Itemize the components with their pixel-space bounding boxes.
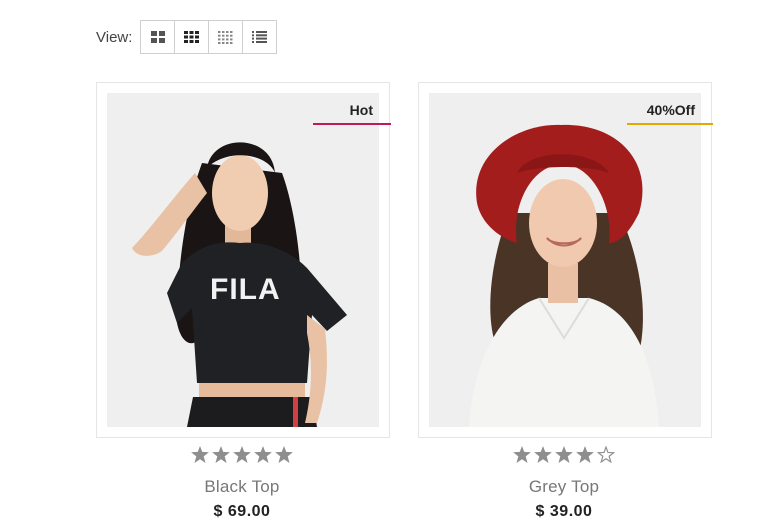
star-filled-icon <box>534 446 552 463</box>
star-filled-icon <box>275 446 293 463</box>
star-filled-icon <box>254 446 272 463</box>
star-rating <box>96 446 388 468</box>
star-filled-icon <box>555 446 573 463</box>
view-grid-4-button[interactable] <box>209 21 244 53</box>
product-info: Grey Top $ 39.00 <box>418 446 710 521</box>
product-info: Black Top $ 69.00 <box>96 446 388 521</box>
star-empty-icon <box>597 446 615 463</box>
view-label: View: <box>96 28 133 46</box>
star-filled-icon <box>576 446 594 463</box>
product-name[interactable]: Grey Top <box>418 477 710 497</box>
product-photo <box>429 93 701 427</box>
view-grid-3-button[interactable] <box>175 21 210 53</box>
star-rating <box>418 446 710 468</box>
product-image-woman-black-tshirt[interactable]: FILA <box>107 93 379 427</box>
product-name[interactable]: Black Top <box>96 477 388 497</box>
grid-4-icon <box>218 30 233 44</box>
grid-3-icon <box>184 31 200 43</box>
svg-text:FILA: FILA <box>210 273 281 306</box>
view-mode-group <box>140 20 278 54</box>
list-icon <box>252 31 268 43</box>
grid-2-icon <box>150 31 165 43</box>
product-price: $ 39.00 <box>535 503 593 520</box>
product-card[interactable]: FILA Hot <box>96 82 391 438</box>
view-list-button[interactable] <box>243 21 277 53</box>
view-toolbar: View: <box>96 20 278 54</box>
star-filled-icon <box>513 446 531 463</box>
star-filled-icon <box>212 446 230 463</box>
product-badge: Hot <box>313 102 391 125</box>
product-photo: FILA <box>107 93 379 427</box>
product-price: $ 69.00 <box>213 503 271 520</box>
product-card[interactable]: 40%Off <box>418 82 713 438</box>
view-grid-2-button[interactable] <box>141 21 176 53</box>
star-filled-icon <box>233 446 251 463</box>
product-image-woman-red-hat[interactable] <box>429 93 701 427</box>
product-badge: 40%Off <box>627 102 713 125</box>
star-filled-icon <box>191 446 209 463</box>
